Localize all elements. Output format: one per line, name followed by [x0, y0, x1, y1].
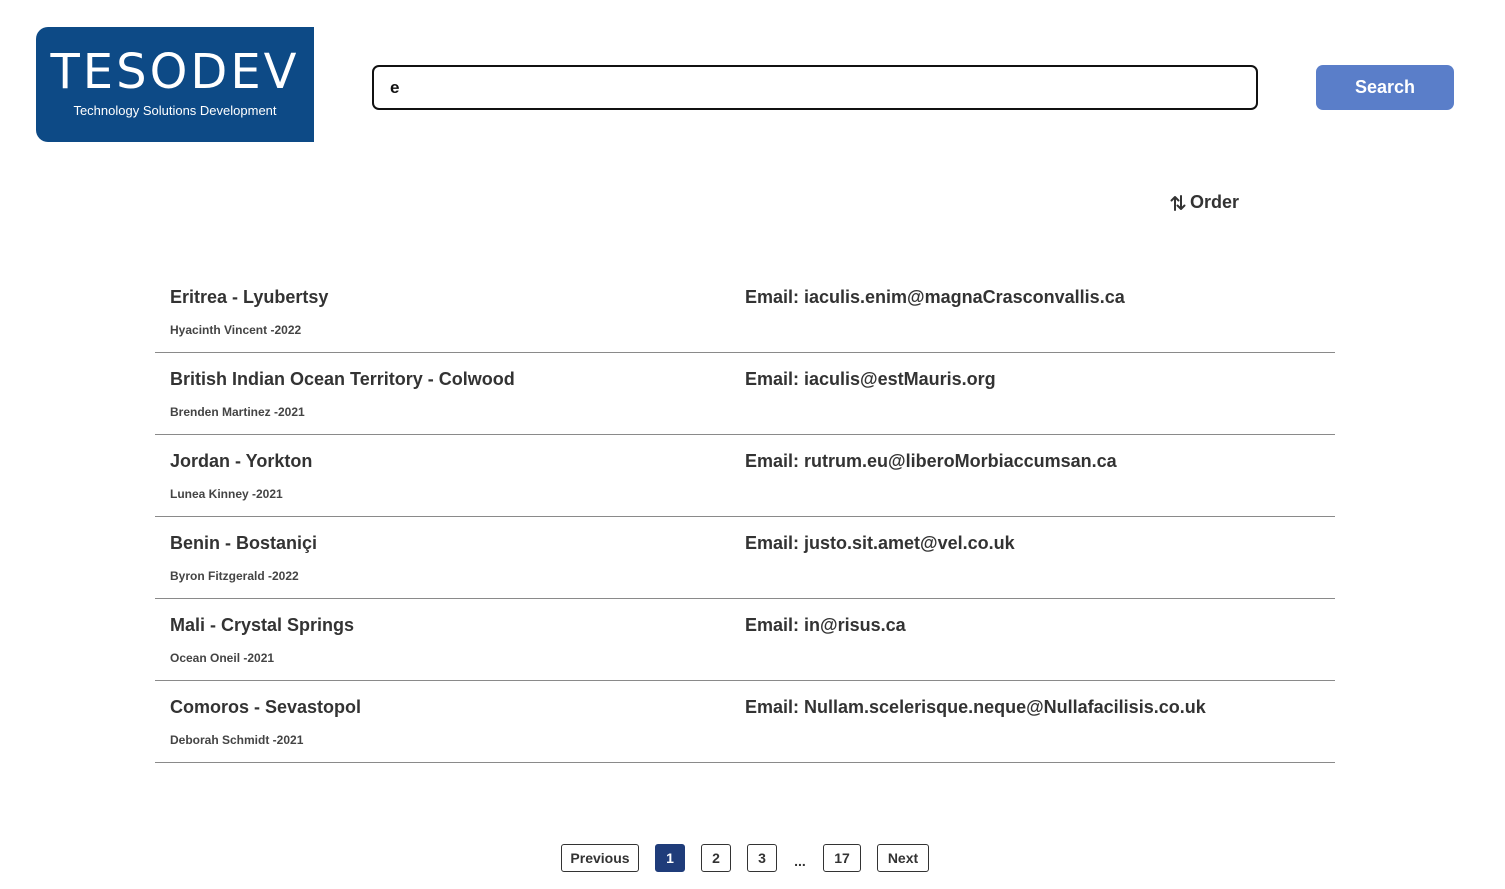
order-button[interactable]: Order	[1170, 192, 1239, 213]
result-subtitle: Deborah Schmidt -2021	[170, 733, 304, 747]
list-item[interactable]: Mali - Crystal Springs Ocean Oneil -2021…	[155, 599, 1335, 681]
order-label: Order	[1190, 192, 1240, 212]
list-item[interactable]: Comoros - Sevastopol Deborah Schmidt -20…	[155, 681, 1335, 763]
result-subtitle: Ocean Oneil -2021	[170, 651, 275, 665]
result-subtitle: Lunea Kinney -2021	[170, 487, 283, 501]
result-title: Benin - Bostaniçi	[170, 533, 318, 553]
list-item[interactable]: Eritrea - Lyubertsy Hyacinth Vincent -20…	[155, 271, 1335, 353]
logo-tagline: Technology Solutions Development	[73, 103, 277, 118]
result-subtitle: Hyacinth Vincent -2022	[170, 323, 302, 337]
list-item[interactable]: Jordan - Yorkton Lunea Kinney -2021 Emai…	[155, 435, 1335, 517]
list-item[interactable]: British Indian Ocean Territory - Colwood…	[155, 353, 1335, 435]
page-1-button[interactable]: 1	[655, 844, 685, 872]
next-page-button[interactable]: Next	[877, 844, 929, 872]
page-3-button[interactable]: 3	[747, 844, 777, 872]
result-title: Eritrea - Lyubertsy	[170, 287, 329, 307]
sort-arrows-icon	[1170, 194, 1186, 212]
result-email: Email: justo.sit.amet@vel.co.uk	[745, 533, 1015, 553]
result-email: Email: iaculis@estMauris.org	[745, 369, 996, 389]
result-email: Email: iaculis.enim@magnaCrasconvallis.c…	[745, 287, 1125, 307]
logo-wordmark: TESODEV	[50, 44, 300, 100]
search-input[interactable]	[372, 65, 1258, 110]
result-email: Email: rutrum.eu@liberoMorbiaccumsan.ca	[745, 451, 1117, 471]
list-item[interactable]: Benin - Bostaniçi Byron Fitzgerald -2022…	[155, 517, 1335, 599]
search-button[interactable]: Search	[1316, 65, 1454, 110]
result-subtitle: Byron Fitzgerald -2022	[170, 569, 299, 583]
tesodev-logo: TESODEV Technology Solutions Development	[36, 27, 314, 142]
result-email: Email: Nullam.scelerisque.neque@Nullafac…	[745, 697, 1206, 717]
results-list: Eritrea - Lyubertsy Hyacinth Vincent -20…	[155, 271, 1335, 763]
pagination: Previous 1 2 3 ... 17 Next	[561, 844, 929, 872]
previous-page-button[interactable]: Previous	[561, 844, 639, 872]
result-email: Email: in@risus.ca	[745, 615, 906, 635]
page-2-button[interactable]: 2	[701, 844, 731, 872]
result-subtitle: Brenden Martinez -2021	[170, 405, 305, 419]
result-title: British Indian Ocean Territory - Colwood	[170, 369, 515, 389]
pagination-ellipsis: ...	[794, 853, 806, 869]
result-title: Comoros - Sevastopol	[170, 697, 362, 717]
result-title: Mali - Crystal Springs	[170, 615, 355, 635]
result-title: Jordan - Yorkton	[170, 451, 313, 471]
page-last-button[interactable]: 17	[823, 844, 861, 872]
